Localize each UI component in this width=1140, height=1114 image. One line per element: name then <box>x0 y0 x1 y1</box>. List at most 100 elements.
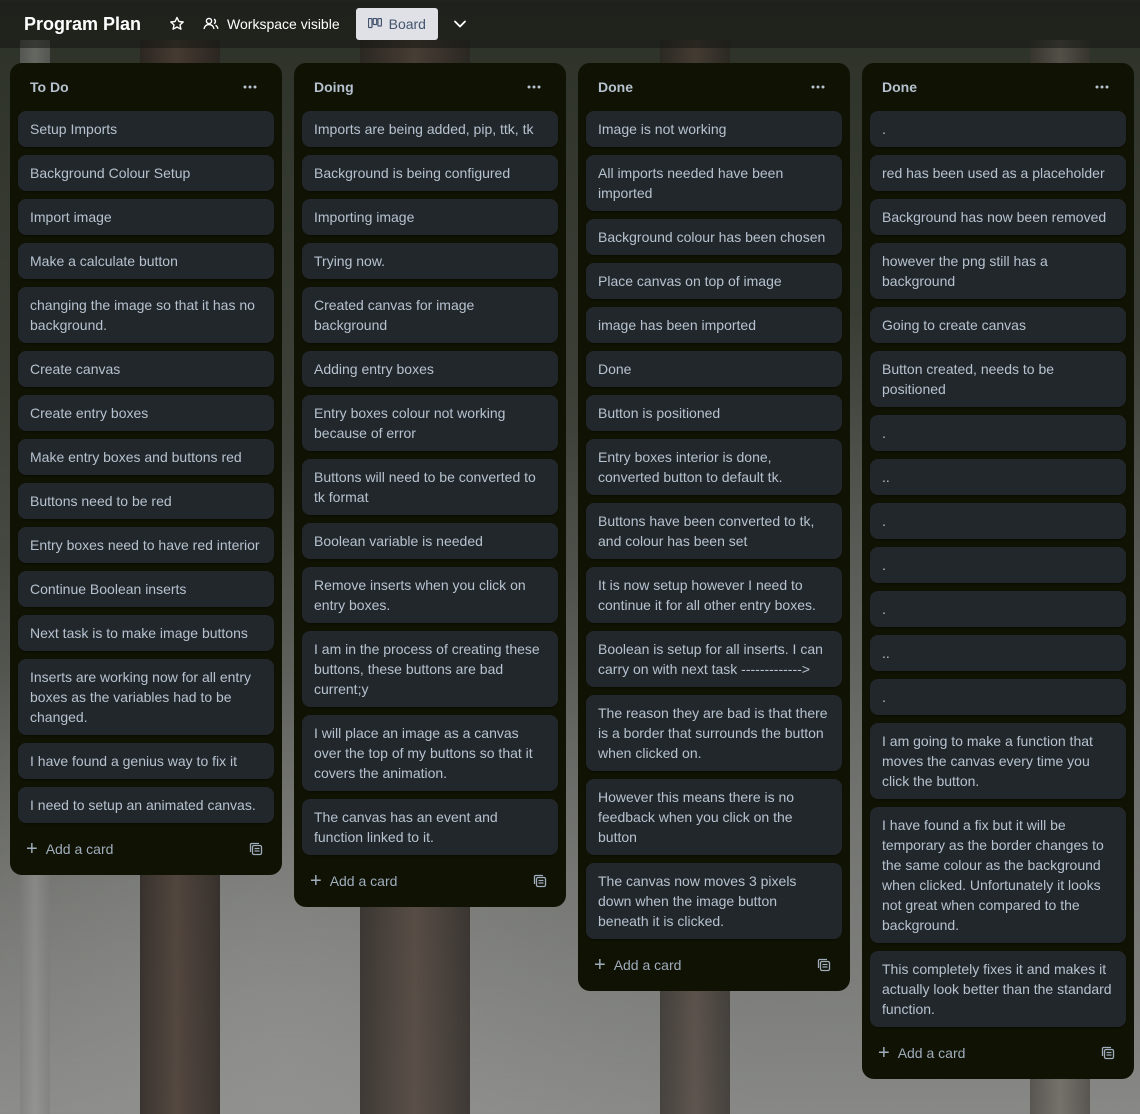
star-icon[interactable] <box>163 10 191 38</box>
board-view-button[interactable]: Board <box>355 8 438 40</box>
card[interactable]: Background has now been removed <box>870 199 1126 235</box>
card[interactable]: Boolean is setup for all inserts. I can … <box>586 631 842 687</box>
card[interactable]: Import image <box>18 199 274 235</box>
card[interactable]: Next task is to make image buttons <box>18 615 274 651</box>
create-from-template-icon[interactable] <box>810 951 838 979</box>
card[interactable]: Boolean variable is needed <box>302 523 558 559</box>
visibility-label: Workspace visible <box>227 16 340 32</box>
card[interactable]: Adding entry boxes <box>302 351 558 387</box>
list-footer: + Add a card <box>18 831 274 867</box>
list-column[interactable]: To Do Setup Imports Background Colour Setu… <box>10 63 282 875</box>
list-title[interactable]: Done <box>598 79 633 95</box>
list-header: To Do <box>18 63 274 111</box>
card[interactable]: Button created, needs to be positioned <box>870 351 1126 407</box>
card[interactable]: . <box>870 111 1126 147</box>
card[interactable]: .. <box>870 635 1126 671</box>
card[interactable]: The canvas now moves 3 pixels down when … <box>586 863 842 939</box>
card[interactable]: I am in the process of creating these bu… <box>302 631 558 707</box>
card[interactable]: Continue Boolean inserts <box>18 571 274 607</box>
card[interactable]: I have found a genius way to fix it <box>18 743 274 779</box>
card[interactable]: Buttons will need to be converted to tk … <box>302 459 558 515</box>
card[interactable]: Place canvas on top of image <box>586 263 842 299</box>
board-title[interactable]: Program Plan <box>24 14 141 35</box>
list-footer: + Add a card <box>870 1035 1126 1071</box>
list-column[interactable]: Doing Imports are being added, pip, ttk, … <box>294 63 566 907</box>
card[interactable]: Setup Imports <box>18 111 274 147</box>
add-card-button[interactable]: + Add a card <box>310 871 397 891</box>
card[interactable]: Buttons have been converted to tk, and c… <box>586 503 842 559</box>
card[interactable]: Importing image <box>302 199 558 235</box>
board-view-label: Board <box>388 16 426 32</box>
card[interactable]: Entry boxes interior is done, converted … <box>586 439 842 495</box>
create-from-template-icon[interactable] <box>242 835 270 863</box>
card[interactable]: however the png still has a background <box>870 243 1126 299</box>
card[interactable]: Entry boxes colour not working because o… <box>302 395 558 451</box>
card[interactable]: It is now setup however I need to contin… <box>586 567 842 623</box>
card[interactable]: Button is positioned <box>586 395 842 431</box>
card[interactable]: Done <box>586 351 842 387</box>
card[interactable]: changing the image so that it has no bac… <box>18 287 274 343</box>
more-actions-icon[interactable] <box>234 71 266 103</box>
card[interactable]: All imports needed have been imported <box>586 155 842 211</box>
card[interactable]: I need to setup an animated canvas. <box>18 787 274 823</box>
add-card-button[interactable]: + Add a card <box>26 839 113 859</box>
card[interactable]: . <box>870 415 1126 451</box>
board-header: Program Plan Workspace visible Board <box>0 0 1140 48</box>
create-from-template-icon[interactable] <box>526 867 554 895</box>
card[interactable]: red has been used as a placeholder <box>870 155 1126 191</box>
card[interactable]: .. <box>870 459 1126 495</box>
card[interactable]: . <box>870 503 1126 539</box>
card[interactable]: Going to create canvas <box>870 307 1126 343</box>
card[interactable]: The canvas has an event and function lin… <box>302 799 558 855</box>
card[interactable]: Entry boxes need to have red interior <box>18 527 274 563</box>
card[interactable]: . <box>870 679 1126 715</box>
add-card-button[interactable]: + Add a card <box>594 955 681 975</box>
card[interactable]: This completely fixes it and makes it ac… <box>870 951 1126 1027</box>
card[interactable]: Inserts are working now for all entry bo… <box>18 659 274 735</box>
list-column[interactable]: Done Image is not working All imports need… <box>578 63 850 991</box>
list-header: Done <box>586 63 842 111</box>
card[interactable]: Remove inserts when you click on entry b… <box>302 567 558 623</box>
list-footer: + Add a card <box>302 863 558 899</box>
board-icon <box>367 18 382 30</box>
list-footer: + Add a card <box>586 947 842 983</box>
card[interactable]: . <box>870 547 1126 583</box>
card[interactable]: I have found a fix but it will be tempor… <box>870 807 1126 943</box>
card[interactable]: I am going to make a function that moves… <box>870 723 1126 799</box>
card[interactable]: Background is being configured <box>302 155 558 191</box>
card[interactable]: Image is not working <box>586 111 842 147</box>
more-actions-icon[interactable] <box>518 71 550 103</box>
list-title[interactable]: To Do <box>30 79 69 95</box>
card[interactable]: image has been imported <box>586 307 842 343</box>
add-card-label: Add a card <box>45 841 114 857</box>
card[interactable]: Create canvas <box>18 351 274 387</box>
list-column[interactable]: Done. red has been used as a placeholder B… <box>862 63 1134 1079</box>
list-header: Done <box>870 63 1126 111</box>
card[interactable]: Imports are being added, pip, ttk, tk <box>302 111 558 147</box>
card[interactable]: Background Colour Setup <box>18 155 274 191</box>
more-actions-icon[interactable] <box>1086 71 1118 103</box>
add-card-label: Add a card <box>613 957 682 973</box>
card[interactable]: Trying now. <box>302 243 558 279</box>
card[interactable]: . <box>870 591 1126 627</box>
card[interactable]: Make entry boxes and buttons red <box>18 439 274 475</box>
card[interactable]: Created canvas for image background <box>302 287 558 343</box>
more-actions-icon[interactable] <box>802 71 834 103</box>
card[interactable]: Make a calculate button <box>18 243 274 279</box>
card[interactable]: Buttons need to be red <box>18 483 274 519</box>
card[interactable]: The reason they are bad is that there is… <box>586 695 842 771</box>
plus-icon: + <box>310 870 322 892</box>
card[interactable]: Background colour has been chosen <box>586 219 842 255</box>
workspace-visibility-button[interactable]: Workspace visible <box>203 16 340 32</box>
people-icon <box>203 17 219 31</box>
list-title[interactable]: Doing <box>314 79 354 95</box>
card[interactable]: I will place an image as a canvas over t… <box>302 715 558 791</box>
create-from-template-icon[interactable] <box>1094 1039 1122 1067</box>
card[interactable]: However this means there is no feedback … <box>586 779 842 855</box>
add-card-button[interactable]: + Add a card <box>878 1043 965 1063</box>
list-title[interactable]: Done <box>882 79 917 95</box>
card[interactable]: Create entry boxes <box>18 395 274 431</box>
list-header: Doing <box>302 63 558 111</box>
add-card-label: Add a card <box>329 873 398 889</box>
chevron-down-icon[interactable] <box>446 10 474 38</box>
